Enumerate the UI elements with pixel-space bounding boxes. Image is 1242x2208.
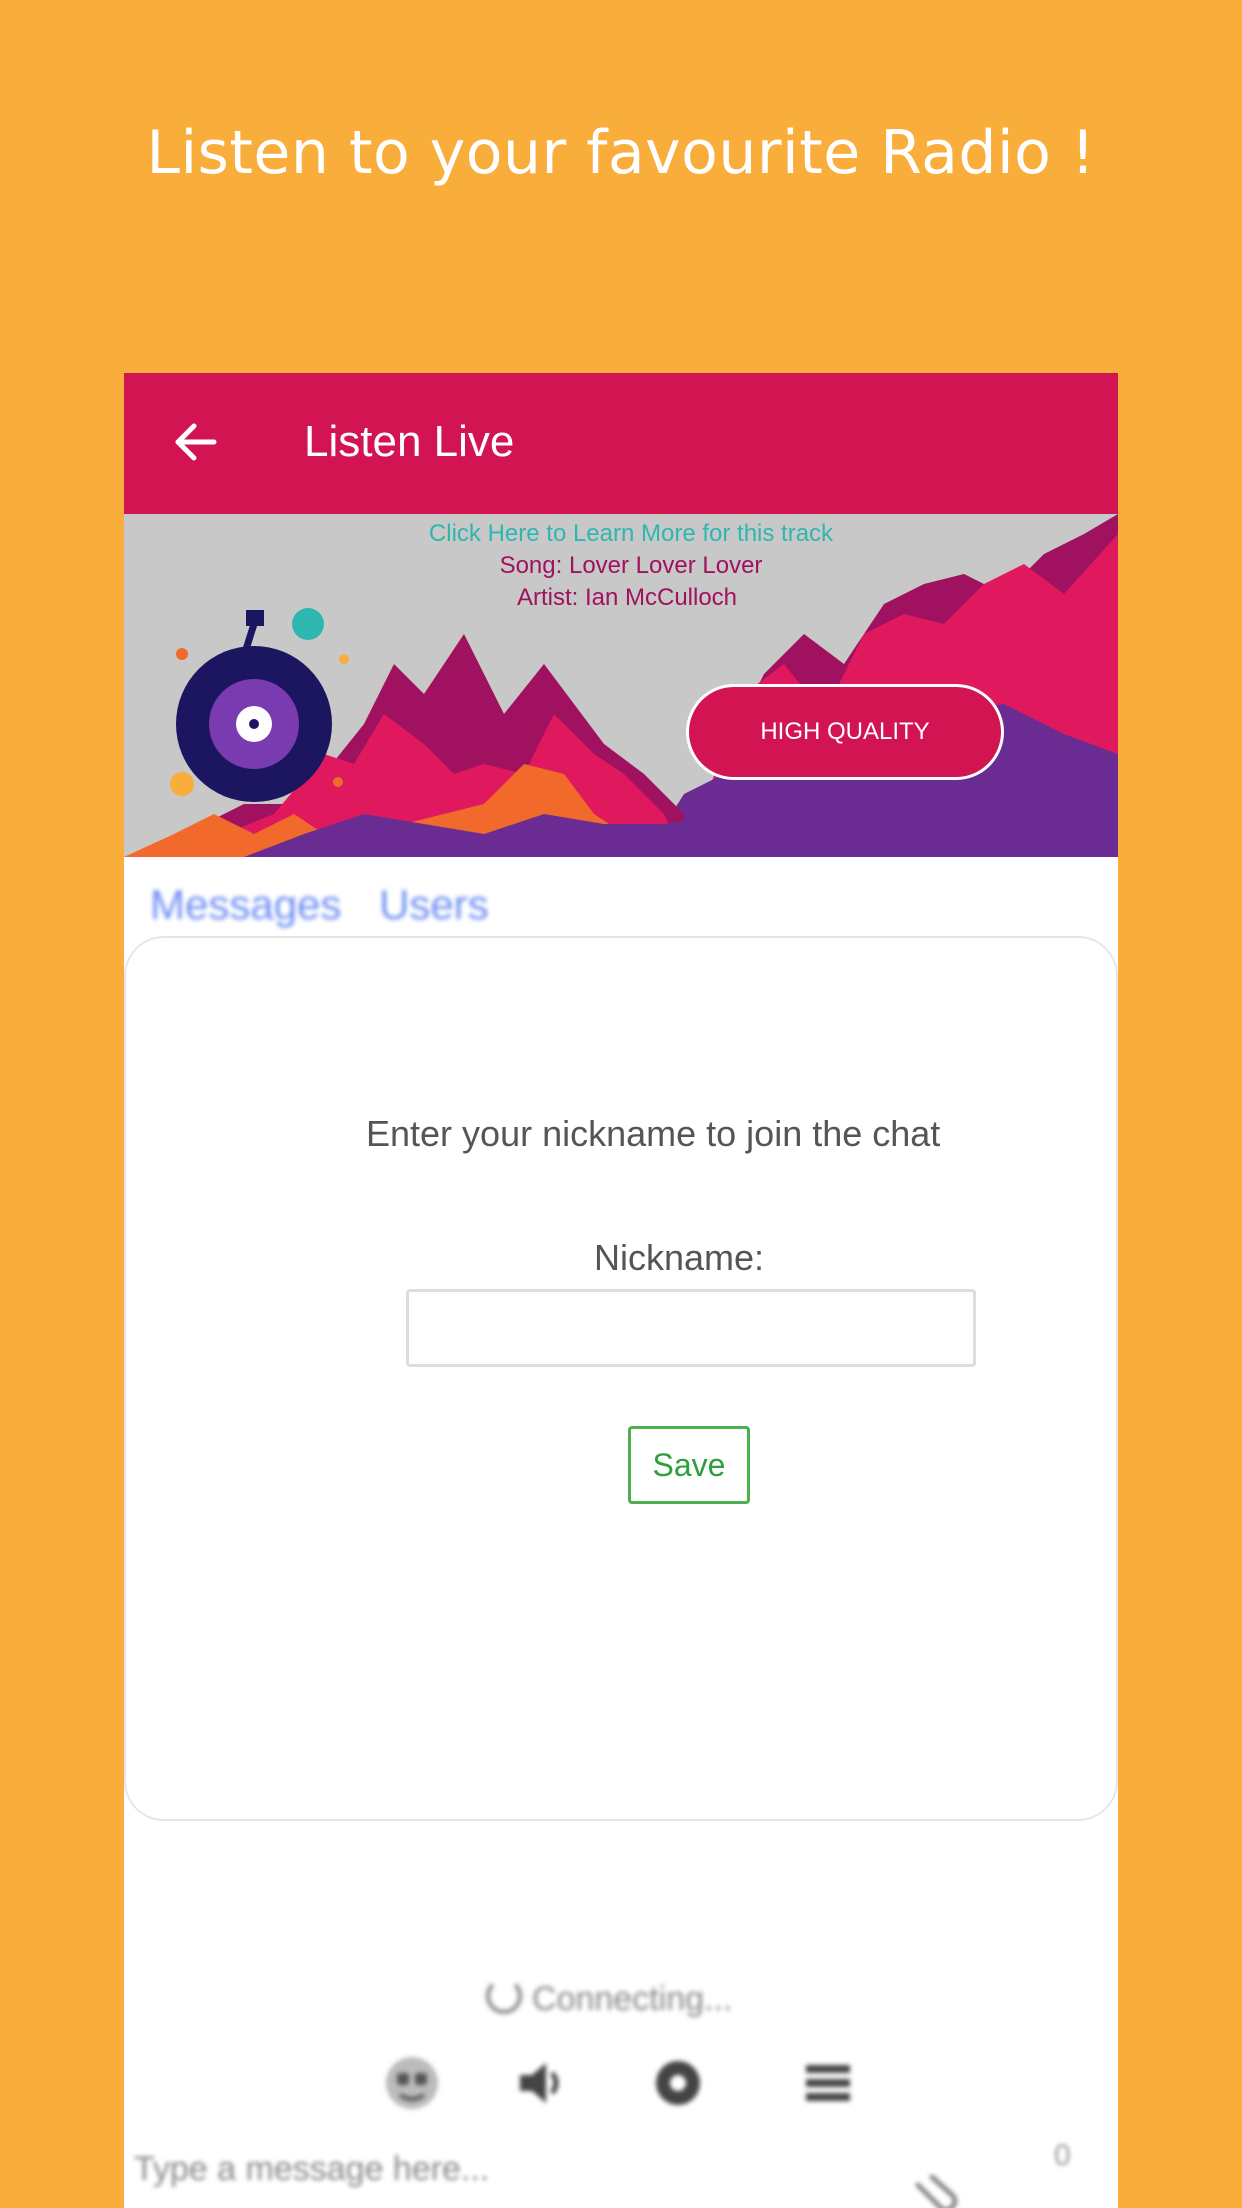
now-playing-banner[interactable]: Click Here to Learn More for this track … xyxy=(124,514,1118,857)
connecting-text: Connecting... xyxy=(532,1980,733,2018)
volume-icon[interactable] xyxy=(512,2053,572,2113)
tab-users[interactable]: Users xyxy=(379,881,489,928)
connection-status: Connecting... xyxy=(486,1978,732,2019)
phone-screen: Listen Live Click Here to Learn More for… xyxy=(124,373,1118,2208)
high-quality-button[interactable]: HIGH QUALITY xyxy=(686,684,1004,780)
back-arrow-icon[interactable] xyxy=(170,417,220,467)
track-artist: Artist: Ian McCulloch xyxy=(516,584,738,611)
promo-title: Listen to your favourite Radio ! xyxy=(146,118,1096,188)
settings-icon[interactable] xyxy=(648,2053,708,2113)
nickname-label: Nickname: xyxy=(594,1237,765,1278)
save-button[interactable]: Save xyxy=(628,1426,750,1504)
attachment-icon[interactable] xyxy=(910,2173,960,2208)
message-input[interactable] xyxy=(132,2143,836,2195)
chat-tabs: Messages Users xyxy=(150,881,515,929)
track-info-link[interactable]: Click Here to Learn More for this track xyxy=(134,520,1118,548)
spinner-icon xyxy=(486,1978,522,2014)
emoji-icon[interactable] xyxy=(382,2053,442,2113)
app-bar: Listen Live xyxy=(124,373,1118,514)
track-song: Song: Lover Lover Lover xyxy=(499,552,763,579)
char-count: 0 xyxy=(1054,2139,1071,2172)
chat-panel xyxy=(124,936,1118,1821)
page-title: Listen Live xyxy=(304,417,515,466)
menu-icon[interactable] xyxy=(798,2053,858,2113)
join-chat-prompt: Enter your nickname to join the chat xyxy=(366,1113,941,1154)
tab-messages[interactable]: Messages xyxy=(150,881,341,928)
nickname-field[interactable] xyxy=(406,1289,976,1367)
